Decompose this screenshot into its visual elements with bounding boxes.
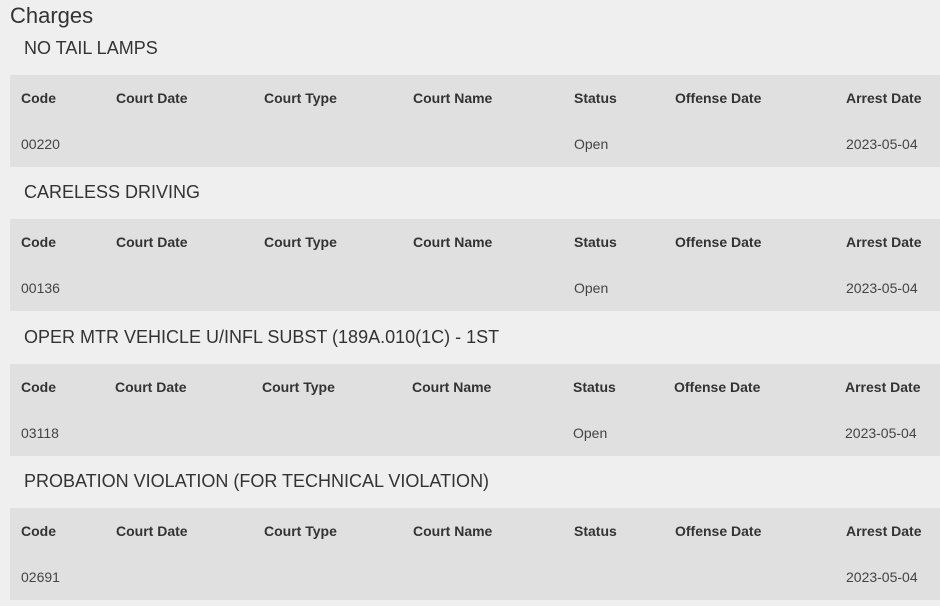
- charge-title: PROBATION VIOLATION (FOR TECHNICAL VIOLA…: [24, 471, 490, 491]
- charge-table: Code Court Date Court Type Court Name St…: [10, 364, 940, 456]
- column-header-court-date: Court Date: [116, 523, 188, 539]
- column-header-status: Status: [574, 234, 617, 250]
- column-header-court-type: Court Type: [264, 523, 337, 539]
- column-header-court-type: Court Type: [264, 90, 337, 106]
- column-header-court-name: Court Name: [413, 523, 493, 539]
- arrest-date: 2023-05-04: [846, 569, 918, 585]
- charge-code: 02691: [21, 569, 60, 585]
- column-header-court-date: Court Date: [115, 379, 187, 395]
- column-header-court-type: Court Type: [264, 234, 337, 250]
- column-header-code: Code: [21, 523, 56, 539]
- arrest-date: 2023-05-04: [846, 280, 918, 296]
- column-header-offense-date: Offense Date: [675, 523, 762, 539]
- charge-table: Code Court Date Court Type Court Name St…: [10, 75, 940, 167]
- column-header-court-date: Court Date: [116, 234, 188, 250]
- column-header-arrest-date: Arrest Date: [846, 234, 922, 250]
- column-header-court-name: Court Name: [412, 379, 492, 395]
- page-title: Charges: [10, 3, 94, 28]
- table-header-row: Code Court Date Court Type Court Name St…: [10, 364, 940, 410]
- column-header-status: Status: [574, 90, 617, 106]
- column-header-arrest-date: Arrest Date: [845, 379, 921, 395]
- column-header-arrest-date: Arrest Date: [846, 523, 922, 539]
- column-header-status: Status: [574, 523, 617, 539]
- arrest-date: 2023-05-04: [845, 425, 917, 441]
- column-header-arrest-date: Arrest Date: [846, 90, 922, 106]
- table-row: 02691 2023-05-04: [10, 554, 940, 600]
- column-header-court-name: Court Name: [413, 90, 493, 106]
- charge-code: 00220: [21, 136, 60, 152]
- table-row: 03118 Open 2023-05-04: [10, 410, 940, 456]
- arrest-date: 2023-05-04: [846, 136, 918, 152]
- column-header-court-type: Court Type: [262, 379, 335, 395]
- column-header-code: Code: [21, 379, 56, 395]
- column-header-court-date: Court Date: [116, 90, 188, 106]
- charge-status: Open: [574, 280, 609, 296]
- charge-code: 00136: [21, 280, 60, 296]
- column-header-code: Code: [21, 90, 56, 106]
- column-header-offense-date: Offense Date: [675, 90, 762, 106]
- charge-table: Code Court Date Court Type Court Name St…: [10, 508, 940, 600]
- charge-title: CARELESS DRIVING: [24, 182, 201, 202]
- charge-code: 03118: [21, 425, 59, 441]
- charge-status: Open: [574, 136, 609, 152]
- charge-title: NO TAIL LAMPS: [24, 38, 158, 58]
- charge-status: Open: [573, 425, 608, 441]
- column-header-code: Code: [21, 234, 56, 250]
- table-row: 00136 Open 2023-05-04: [10, 265, 940, 311]
- table-header-row: Code Court Date Court Type Court Name St…: [10, 219, 940, 265]
- table-row: 00220 Open 2023-05-04: [10, 121, 940, 167]
- column-header-court-name: Court Name: [413, 234, 493, 250]
- charge-title: OPER MTR VEHICLE U/INFL SUBST (189A.010(…: [24, 327, 500, 347]
- column-header-offense-date: Offense Date: [674, 379, 761, 395]
- table-header-row: Code Court Date Court Type Court Name St…: [10, 508, 940, 554]
- table-header-row: Code Court Date Court Type Court Name St…: [10, 75, 940, 121]
- column-header-status: Status: [573, 379, 616, 395]
- column-header-offense-date: Offense Date: [675, 234, 762, 250]
- charge-table: Code Court Date Court Type Court Name St…: [10, 219, 940, 311]
